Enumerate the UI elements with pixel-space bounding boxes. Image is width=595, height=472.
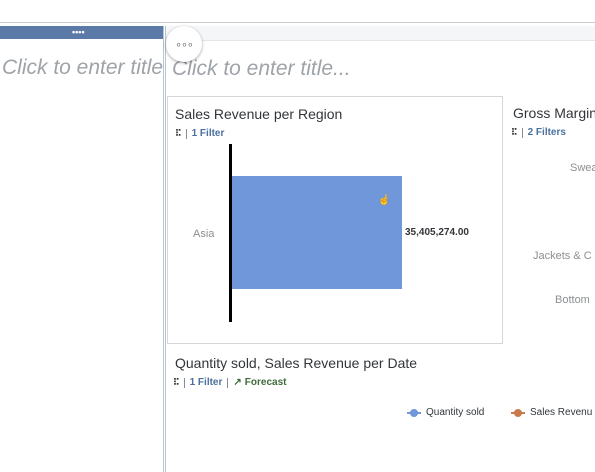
sales-revenue-card[interactable]: Sales Revenue per Region ⠯ 1 Filter Asia…: [167, 96, 503, 344]
gross-category-label: Jackets & C: [533, 250, 592, 262]
left-panel-title-placeholder[interactable]: Click to enter title...: [2, 56, 163, 80]
more-options-button[interactable]: ∘∘∘: [166, 26, 202, 62]
sales-filter-link[interactable]: 1 Filter: [192, 128, 225, 139]
bar-asia[interactable]: [232, 176, 402, 289]
category-label-asia: Asia: [193, 228, 215, 240]
separator: [185, 128, 187, 139]
separator: [227, 377, 229, 388]
gross-filter-row: ⠯ 2 Filters: [511, 127, 566, 138]
gross-filter-link[interactable]: 2 Filters: [528, 127, 566, 138]
drag-handle-icon[interactable]: ••••: [72, 28, 85, 37]
legend-marker-icon: [511, 408, 525, 417]
gross-margin-title: Gross Margin: [513, 105, 595, 121]
gross-category-label: Bottom: [555, 294, 590, 306]
panel-divider[interactable]: [165, 26, 166, 472]
sales-card-title: Sales Revenue per Region: [175, 106, 343, 122]
hand-cursor-icon: ☝: [378, 195, 391, 206]
legend-label: Sales Revenu: [530, 407, 593, 418]
top-divider: [0, 22, 595, 23]
legend-item[interactable]: Quantity sold: [407, 407, 484, 418]
arrow-up-right-icon: ↗: [233, 377, 242, 388]
hierarchy-icon: ⠯: [175, 128, 182, 138]
legend-label: Quantity sold: [426, 407, 485, 418]
legend-item[interactable]: Sales Revenu: [511, 407, 592, 418]
quantity-filter-link[interactable]: 1 Filter: [190, 377, 223, 388]
sales-filter-row: ⠯ 1 Filter: [175, 128, 224, 139]
forecast-label[interactable]: Forecast: [245, 377, 287, 388]
legend-marker-icon: [407, 408, 421, 417]
separator: [183, 377, 185, 388]
left-panel-header[interactable]: ••••: [0, 26, 163, 39]
quantity-card-title: Quantity sold, Sales Revenue per Date: [175, 355, 418, 371]
data-label-asia: 35,405,274.00: [405, 227, 469, 238]
page-title-placeholder[interactable]: Click to enter title...: [172, 57, 351, 81]
left-panel: •••• Click to enter title...: [0, 26, 164, 472]
hierarchy-icon: ⠯: [173, 377, 180, 387]
right-panel-header: [166, 26, 595, 41]
hierarchy-icon: ⠯: [511, 127, 518, 137]
quantity-filter-row: ⠯ 1 Filter ↗ Forecast: [173, 377, 286, 388]
gross-category-label: Swea: [570, 162, 595, 174]
separator: [521, 127, 523, 138]
